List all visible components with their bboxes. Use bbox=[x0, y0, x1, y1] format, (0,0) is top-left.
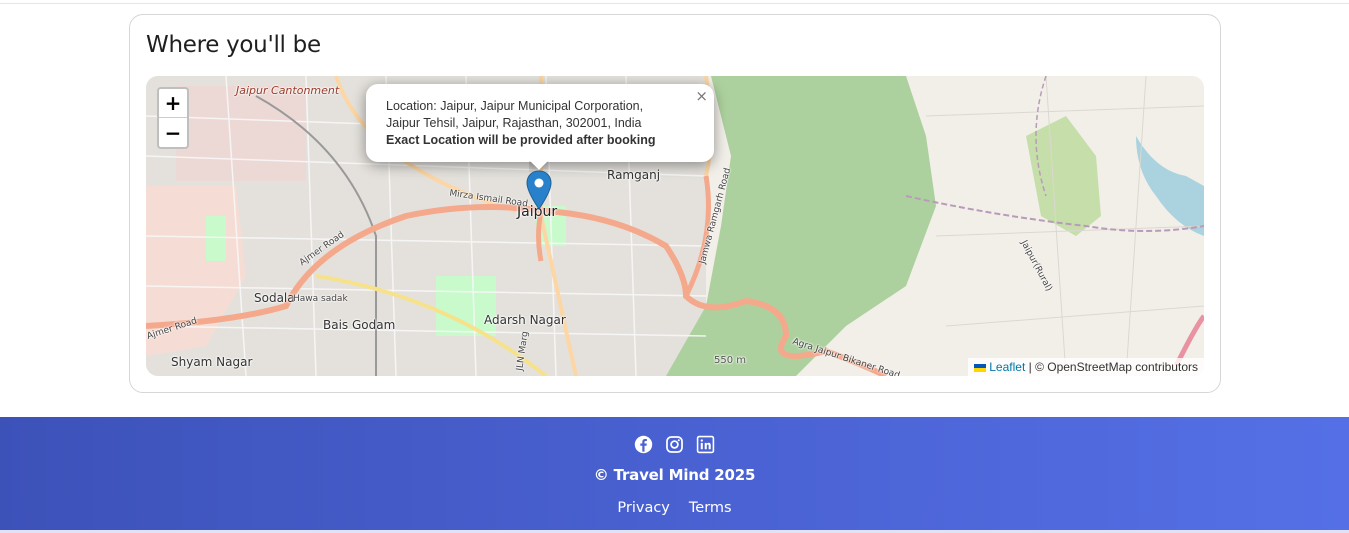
place-label: Shyam Nagar bbox=[171, 355, 253, 369]
leaflet-link[interactable]: Leaflet bbox=[989, 360, 1025, 374]
facebook-icon[interactable] bbox=[634, 435, 653, 454]
popup-location-line: Location: Jaipur, Jaipur Municipal Corpo… bbox=[386, 99, 644, 113]
ukraine-flag-icon bbox=[974, 363, 987, 372]
terms-link[interactable]: Terms bbox=[689, 500, 732, 516]
road-label: Hawa sadak bbox=[293, 294, 348, 304]
place-label: Bais Godam bbox=[323, 318, 396, 332]
popup-notice: Exact Location will be provided after bo… bbox=[386, 133, 656, 147]
place-label: Ramganj bbox=[607, 168, 661, 182]
zoom-out-button[interactable]: − bbox=[159, 118, 187, 147]
attribution-text: | © OpenStreetMap contributors bbox=[1025, 360, 1198, 374]
linkedin-icon[interactable] bbox=[696, 435, 715, 454]
instagram-icon[interactable] bbox=[665, 435, 684, 454]
zoom-control: + − bbox=[157, 87, 189, 149]
privacy-link[interactable]: Privacy bbox=[617, 500, 670, 516]
social-links bbox=[0, 435, 1349, 454]
place-label: Sodala bbox=[254, 291, 295, 305]
scale-label: 550 m bbox=[714, 355, 747, 366]
location-card: Where you'll be Jaipur Ramganj Jaipur Ca… bbox=[129, 14, 1221, 393]
popup-close-button[interactable]: × bbox=[695, 88, 708, 105]
popup-location-line: Jaipur Tehsil, Jaipur, Rajasthan, 302001… bbox=[386, 116, 642, 130]
map-pin-icon[interactable] bbox=[526, 170, 552, 210]
section-title: Where you'll be bbox=[146, 32, 321, 58]
map-view[interactable]: Jaipur Ramganj Jaipur Cantonment Sodala … bbox=[146, 76, 1204, 376]
footer-links: Privacy Terms bbox=[0, 500, 1349, 516]
site-footer: © Travel Mind 2025 Privacy Terms bbox=[0, 417, 1349, 533]
place-label: Adarsh Nagar bbox=[484, 313, 566, 327]
map-attribution: Leaflet | © OpenStreetMap contributors bbox=[968, 358, 1204, 376]
place-label: Jaipur Cantonment bbox=[236, 84, 340, 97]
top-divider bbox=[0, 3, 1349, 4]
location-popup: Location: Jaipur, Jaipur Municipal Corpo… bbox=[366, 84, 714, 162]
zoom-in-button[interactable]: + bbox=[159, 89, 187, 118]
copyright-text: © Travel Mind 2025 bbox=[593, 466, 756, 484]
